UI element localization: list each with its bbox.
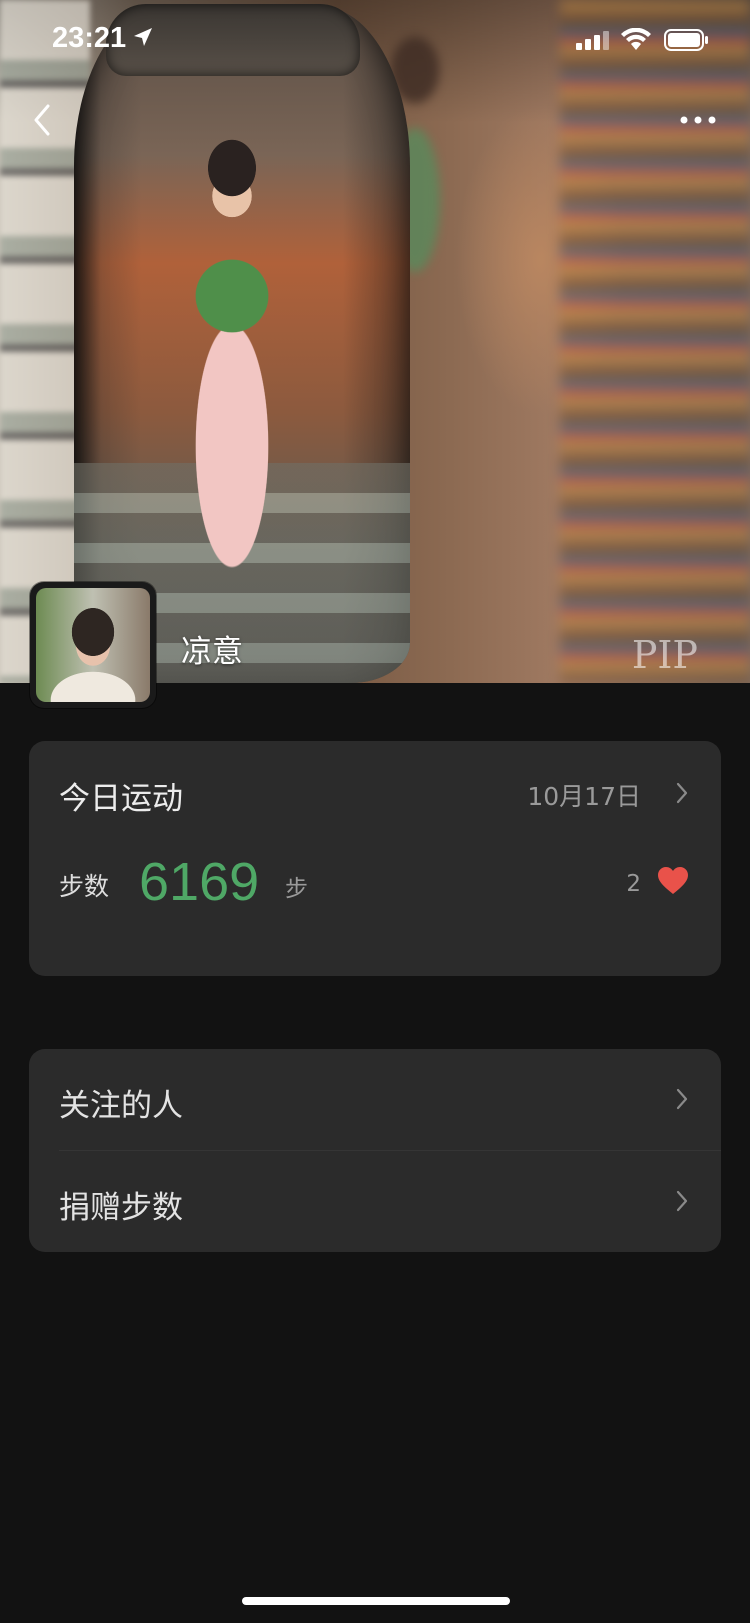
home-indicator[interactable] <box>242 1597 510 1605</box>
user-name: 凉意 <box>181 634 243 670</box>
menu-item-label: 捐赠步数 <box>59 1190 183 1226</box>
cover-photo-decoration <box>560 0 750 683</box>
steps-label: 步数 <box>59 872 110 901</box>
back-button[interactable] <box>24 96 64 144</box>
chevron-right-icon <box>676 1088 688 1110</box>
cover-watermark: PIP <box>631 633 698 677</box>
likes-count: 2 <box>626 871 641 897</box>
status-bar: 23:21 <box>0 0 750 84</box>
menu-item-donate-steps[interactable]: 捐赠步数 <box>29 1151 721 1252</box>
menu-item-following[interactable]: 关注的人 <box>29 1049 721 1151</box>
steps-unit: 步 <box>285 876 308 902</box>
menu-item-label: 关注的人 <box>59 1088 183 1124</box>
cover-photo-person <box>162 126 302 586</box>
location-arrow-icon <box>134 28 152 46</box>
cover-photo[interactable]: PIP <box>0 0 750 683</box>
avatar[interactable] <box>30 582 156 708</box>
battery-icon <box>664 29 708 51</box>
wifi-icon <box>621 28 651 50</box>
menu-list-card: 关注的人 捐赠步数 <box>29 1049 721 1252</box>
more-options-button[interactable] <box>678 108 718 132</box>
chevron-right-icon <box>676 782 688 804</box>
today-sport-date: 10月17日 <box>527 782 641 811</box>
heart-icon[interactable] <box>657 866 689 896</box>
status-time: 23:21 <box>52 22 127 54</box>
today-sport-title: 今日运动 <box>59 781 183 817</box>
avatar-image <box>36 588 150 702</box>
today-sport-card[interactable]: 今日运动 10月17日 步数 6169 步 2 <box>29 741 721 976</box>
chevron-right-icon <box>676 1190 688 1212</box>
steps-value: 6169 <box>139 852 260 912</box>
cellular-signal-icon <box>576 31 609 50</box>
